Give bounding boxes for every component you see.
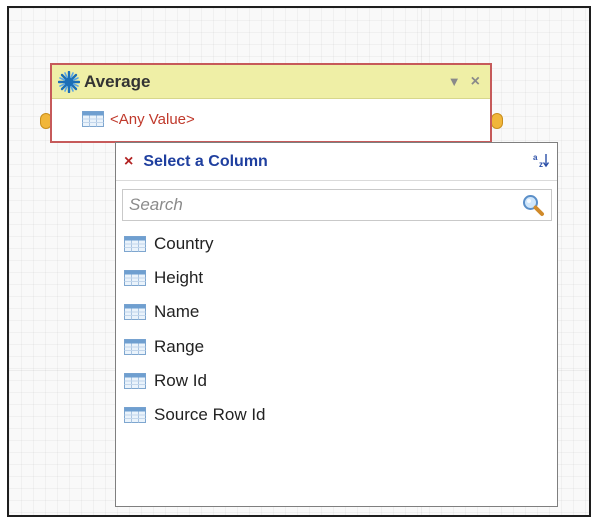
column-label: Name xyxy=(154,302,200,322)
output-port[interactable] xyxy=(491,113,503,129)
table-icon xyxy=(124,407,146,424)
column-label: Source Row Id xyxy=(154,405,266,425)
canvas-frame: Average ▼ × <Any Value> × Select a Colum… xyxy=(7,6,591,517)
table-icon xyxy=(124,372,146,389)
table-icon xyxy=(82,111,104,127)
list-item[interactable]: Range xyxy=(124,330,557,364)
popup-title: Select a Column xyxy=(143,152,268,170)
sort-alpha-icon[interactable]: a z xyxy=(533,152,550,171)
column-label: Range xyxy=(154,336,205,356)
search-input[interactable] xyxy=(127,194,521,216)
column-label: Country xyxy=(154,234,214,254)
close-icon[interactable]: × xyxy=(471,73,480,91)
column-picker-popup: × Select a Column a z Search Country Hei… xyxy=(115,142,558,507)
magnifier-icon[interactable] xyxy=(521,193,545,217)
table-icon xyxy=(124,270,146,287)
node-parameter-row[interactable]: <Any Value> xyxy=(52,99,490,139)
svg-text:a: a xyxy=(533,153,538,162)
search-box xyxy=(122,189,552,221)
table-icon xyxy=(124,236,146,253)
list-item[interactable]: Source Row Id xyxy=(124,398,557,432)
table-icon xyxy=(124,304,146,321)
column-label: Height xyxy=(154,268,204,288)
starburst-icon xyxy=(58,70,80,93)
table-icon xyxy=(124,338,146,355)
close-icon[interactable]: × xyxy=(124,153,133,171)
node-header[interactable]: Average ▼ × xyxy=(52,65,490,99)
list-item[interactable]: Height xyxy=(124,261,557,295)
any-value-link[interactable]: <Any Value> xyxy=(110,111,195,128)
average-node[interactable]: Average ▼ × <Any Value> xyxy=(50,63,492,143)
popup-header: × Select a Column a z xyxy=(116,143,557,181)
column-list: Country Height Name Range Row Id Source … xyxy=(124,227,557,432)
column-label: Row Id xyxy=(154,370,207,390)
list-item[interactable]: Country xyxy=(124,227,557,261)
list-item[interactable]: Name xyxy=(124,295,557,329)
chevron-down-icon[interactable]: ▼ xyxy=(448,74,461,89)
list-item[interactable]: Row Id xyxy=(124,364,557,398)
node-title: Average xyxy=(84,71,151,91)
svg-text:z: z xyxy=(539,160,543,168)
